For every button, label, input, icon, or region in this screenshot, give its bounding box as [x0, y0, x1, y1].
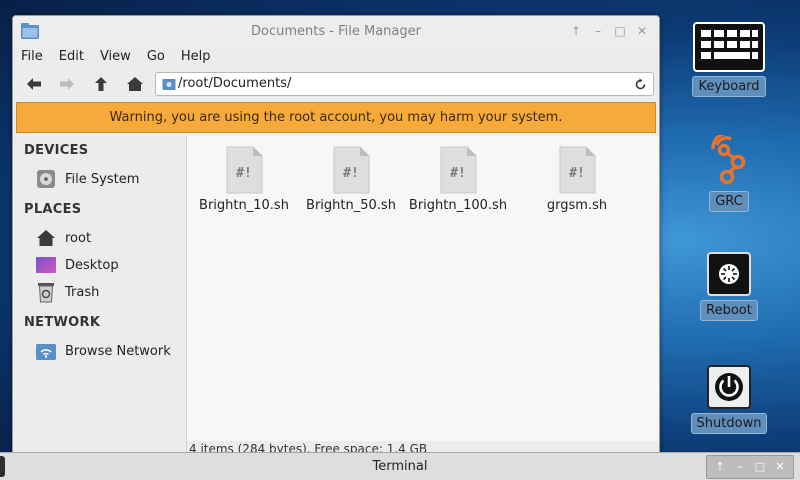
file-name: Brightn_100.sh [408, 198, 508, 213]
arrow-left-icon [27, 78, 41, 90]
window-title: Documents - File Manager [251, 24, 421, 39]
taskbar: Terminal ↑ – □ ✕ [0, 452, 800, 480]
taskbar-window-title[interactable]: Terminal [0, 459, 800, 474]
menu-go[interactable]: Go [139, 46, 173, 68]
taskbar-close-button[interactable]: ✕ [771, 456, 789, 478]
taskbar-minimize-button[interactable]: – [731, 456, 749, 478]
script-file-icon: #! [226, 146, 263, 194]
svg-text:#!: #! [343, 166, 359, 181]
file-item[interactable]: #! Brightn_10.sh [191, 146, 297, 213]
arrow-up-icon [95, 77, 107, 91]
script-file-icon: #! [440, 146, 477, 194]
desktop-icon-reboot[interactable]: Reboot [689, 252, 769, 321]
desktop-icon-label: Keyboard [692, 76, 766, 97]
sidebar-item-browse-network[interactable]: Browse Network [35, 339, 185, 363]
script-file-icon: #! [559, 146, 596, 194]
sidebar-heading-places: PLACES [24, 202, 82, 217]
desktop-icon-label: Reboot [700, 300, 758, 321]
grc-icon [711, 131, 746, 185]
sidebar-item-file-system[interactable]: File System [35, 167, 185, 191]
window-close-button[interactable]: ✕ [633, 23, 651, 39]
file-item[interactable]: #! Brightn_50.sh [298, 146, 404, 213]
desktop-icon [35, 254, 57, 276]
sidebar-item-desktop[interactable]: Desktop [35, 253, 185, 277]
menu-edit[interactable]: Edit [51, 46, 92, 68]
network-icon [35, 340, 57, 362]
keyboard-icon [693, 22, 765, 72]
home-button[interactable] [121, 70, 149, 98]
desktop-icon-shutdown[interactable]: Shutdown [689, 365, 769, 434]
reload-button[interactable] [632, 75, 648, 93]
power-icon [707, 365, 751, 409]
menu-bar: File Edit View Go Help [13, 46, 659, 68]
file-manager-window: Documents - File Manager ↑ – □ ✕ File Ed… [12, 15, 660, 453]
menu-help[interactable]: Help [173, 46, 219, 68]
file-item[interactable]: #! grgsm.sh [524, 146, 630, 213]
root-warning-banner: Warning, you are using the root account,… [16, 102, 656, 133]
taskbar-maximize-button[interactable]: □ [751, 456, 769, 478]
sidebar-item-label: Trash [65, 284, 100, 300]
trash-icon [35, 281, 57, 303]
desktop-icon-grc[interactable]: GRC [689, 131, 769, 212]
reboot-icon [707, 252, 751, 296]
home-icon [35, 227, 57, 249]
sidebar-item-root[interactable]: root [35, 226, 185, 250]
location-bar[interactable]: /root/Documents/ [155, 72, 654, 96]
sidebar-heading-network: NETWORK [24, 315, 101, 330]
file-name: grgsm.sh [546, 198, 608, 213]
window-minimize-button[interactable]: – [589, 23, 607, 39]
script-file-icon: #! [333, 146, 370, 194]
toolbar: /root/Documents/ [13, 70, 659, 98]
taskbar-raise-button[interactable]: ↑ [711, 456, 729, 478]
up-button[interactable] [87, 70, 115, 98]
file-name: Brightn_10.sh [199, 198, 289, 213]
reload-icon [635, 78, 645, 89]
window-maximize-button[interactable]: □ [611, 23, 629, 39]
forward-button[interactable] [53, 70, 81, 98]
menu-file[interactable]: File [13, 46, 51, 68]
sidebar-heading-devices: DEVICES [24, 143, 89, 158]
sidebar-item-label: File System [65, 171, 140, 187]
drive-icon [35, 168, 57, 190]
svg-text:#!: #! [450, 166, 466, 181]
menu-view[interactable]: View [92, 46, 139, 68]
desktop-icon-label: GRC [709, 191, 749, 212]
svg-text:#!: #! [236, 166, 252, 181]
file-item[interactable]: #! Brightn_100.sh [405, 146, 511, 213]
svg-text:#!: #! [569, 166, 585, 181]
sidebar: DEVICES File System PLACES root Desktop … [13, 136, 187, 452]
back-button[interactable] [20, 70, 48, 98]
file-view: #! Brightn_10.sh #! Brightn_50.sh #! Bri… [187, 136, 659, 441]
title-bar[interactable]: Documents - File Manager ↑ – □ ✕ [13, 16, 659, 46]
window-raise-button[interactable]: ↑ [567, 23, 585, 39]
sidebar-item-trash[interactable]: Trash [35, 280, 185, 304]
arrow-right-icon [60, 78, 74, 90]
home-icon [127, 77, 143, 91]
location-path[interactable]: /root/Documents/ [178, 76, 291, 91]
sidebar-item-label: Browse Network [65, 343, 171, 359]
folder-icon [162, 79, 176, 90]
sidebar-item-label: Desktop [65, 257, 119, 273]
file-name: Brightn_50.sh [306, 198, 396, 213]
sidebar-item-label: root [65, 230, 92, 246]
desktop-icon-label: Shutdown [690, 413, 768, 434]
desktop-icon-keyboard[interactable]: Keyboard [689, 22, 769, 97]
